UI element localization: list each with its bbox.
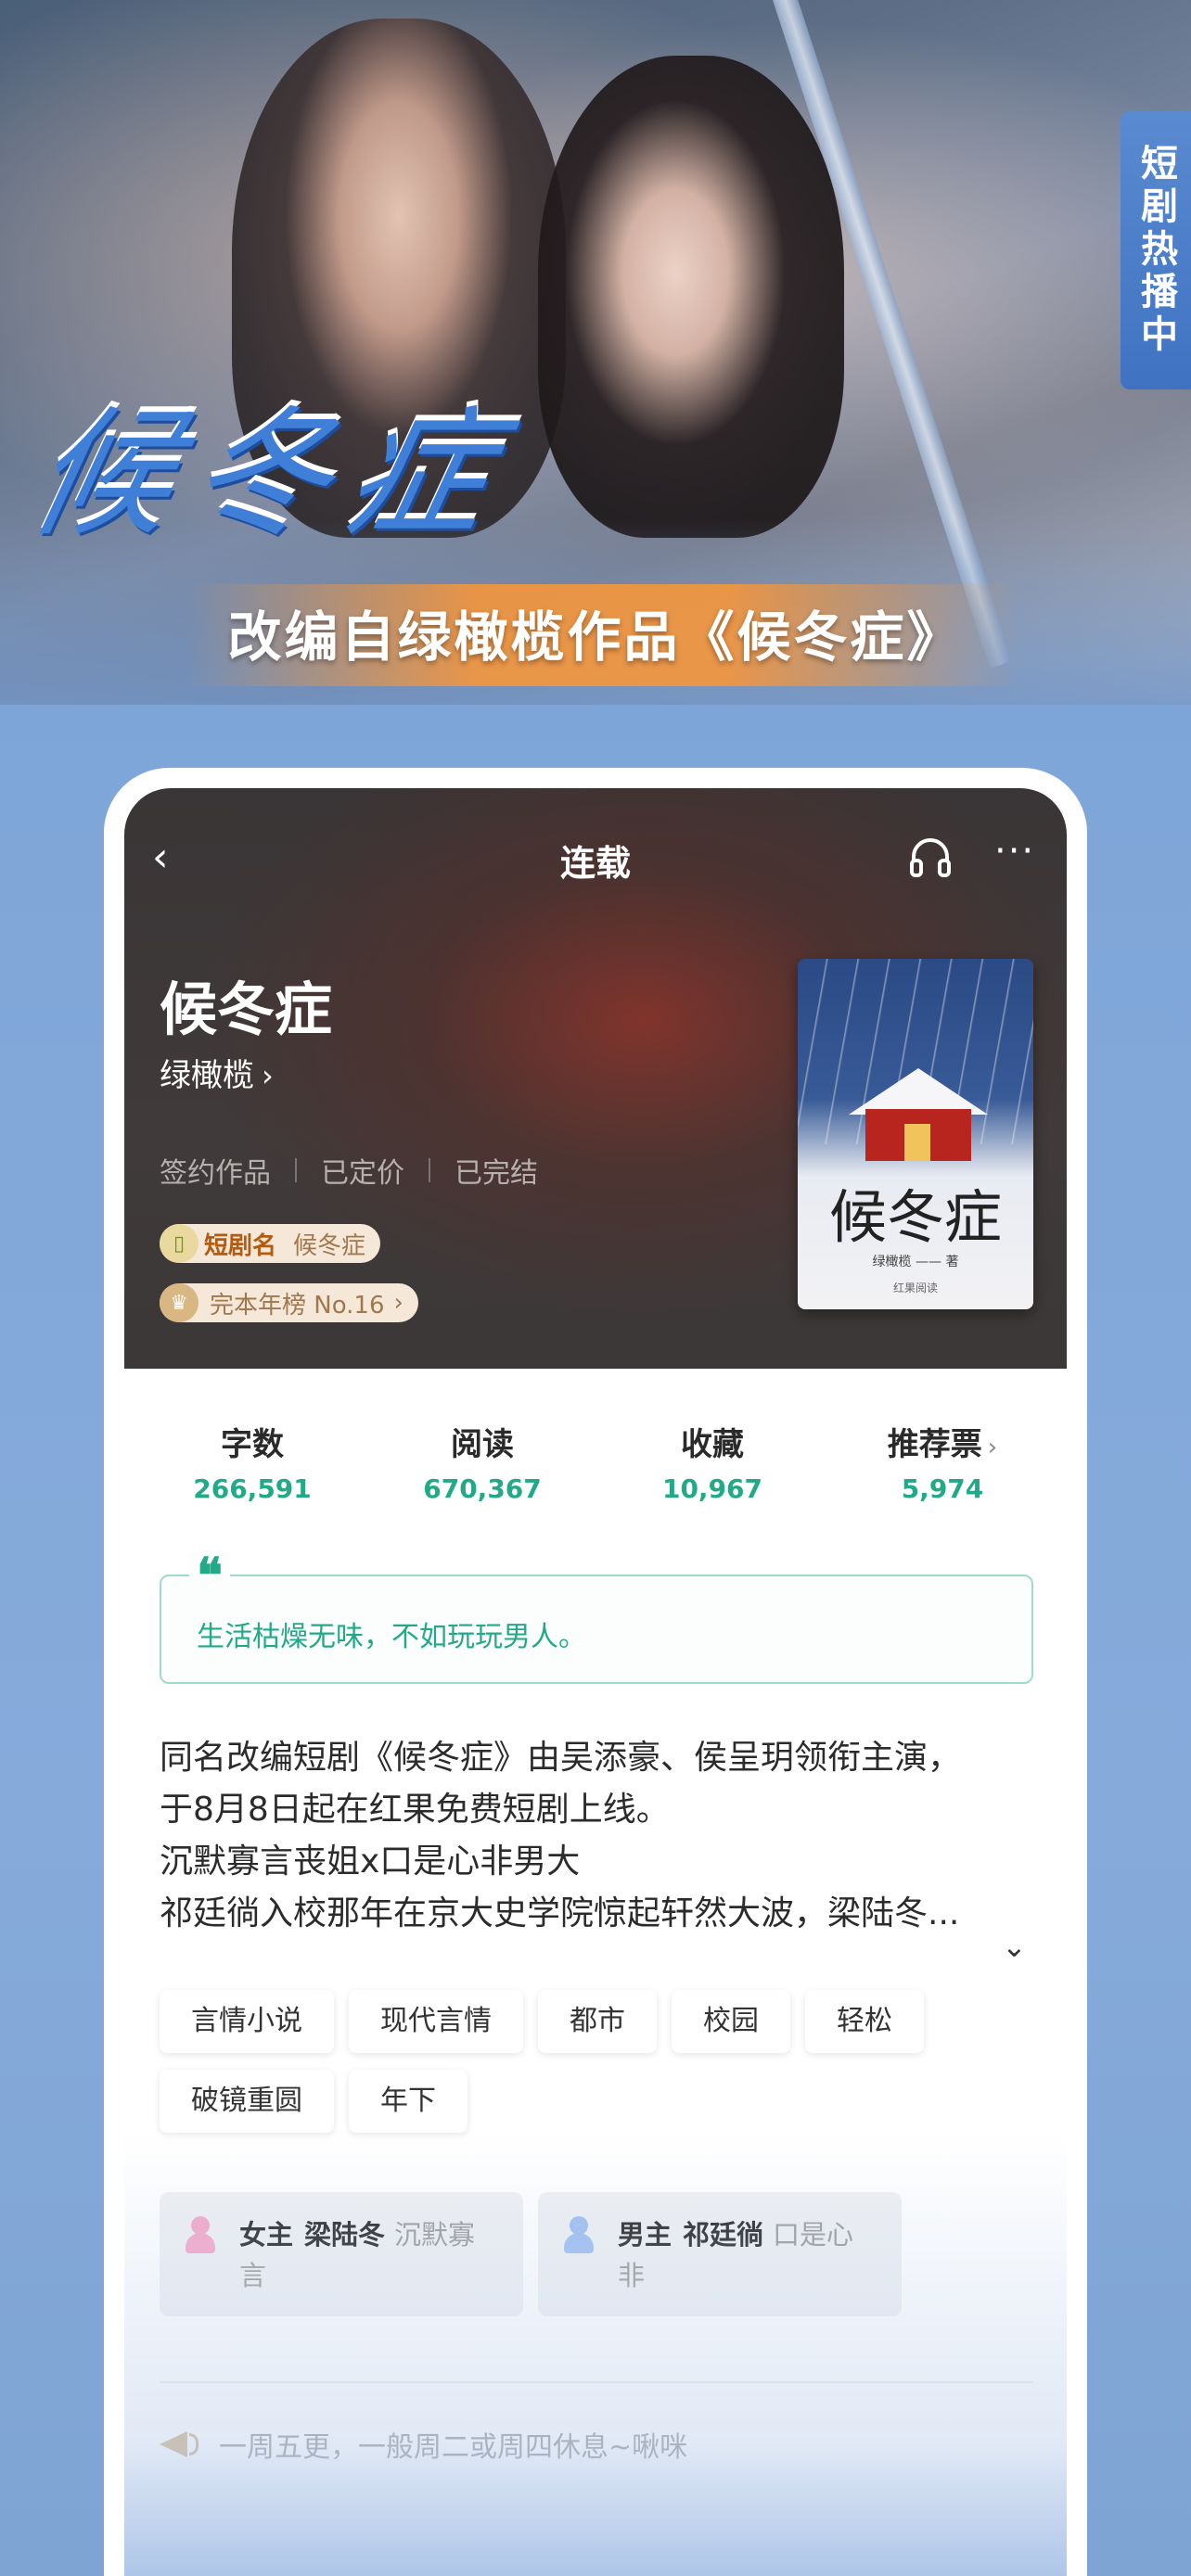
stat-label-text: 推荐票 (887, 1426, 982, 1463)
chevron-right-icon: › (987, 1434, 998, 1461)
cover-author: 绿橄榄 —— 著 (872, 1255, 959, 1269)
stat-label: 字数 (221, 1426, 284, 1463)
tag-item[interactable]: 破镜重圆 (160, 2070, 334, 2133)
stat-label: 收藏 (681, 1426, 744, 1463)
phone-frame: ‹ 连载 ··· 候冬症 绿橄榄 › 签约作品 已定价 已完结 ▯ 短剧名 候冬… (104, 768, 1087, 2576)
megaphone-icon (160, 2426, 210, 2463)
more-dots-icon[interactable]: ··· (994, 833, 1043, 881)
stat-words: 字数 266,591 (160, 1419, 345, 1504)
meta-divider (429, 1158, 430, 1182)
tagline-quote: ❝ 生活枯燥无味，不如玩玩男人。 (160, 1552, 1033, 1684)
stat-value: 5,974 (901, 1473, 984, 1504)
headphones-icon[interactable] (906, 833, 954, 881)
character-card-female[interactable]: 女主 梁陆冬 沉默寡言 (160, 2192, 523, 2316)
drama-badge[interactable]: ▯ 短剧名 候冬症 (160, 1224, 381, 1263)
stat-label: 阅读 (451, 1426, 514, 1463)
stat-value: 10,967 (661, 1473, 763, 1504)
book-header: ‹ 连载 ··· 候冬症 绿橄榄 › 签约作品 已定价 已完结 ▯ 短剧名 候冬… (124, 788, 1067, 1369)
cover-title: 候冬症 (828, 1183, 1002, 1251)
chevron-right-icon: › (262, 1058, 274, 1093)
character-list: 女主 梁陆冬 沉默寡言 男主 祁廷徜 口是心非 (160, 2192, 1033, 2316)
tag-item[interactable]: 现代言情 (349, 1990, 523, 2053)
tag-list: 言情小说 现代言情 都市 校园 轻松 破镜重圆 年下 (160, 1990, 1033, 2133)
role-label: 男主 (618, 2219, 672, 2251)
cover-publisher: 红果阅读 (892, 1282, 938, 1294)
banner-caption: 改编自绿橄榄作品《候冬症》 (227, 606, 964, 669)
intro-line: 沉默寡言丧姐x口是心非男大 (160, 1843, 581, 1881)
intro-line: 于8月8日起在红果免费短剧上线。 (160, 1791, 670, 1829)
meta-signed: 签约作品 (160, 1157, 271, 1190)
tag-item[interactable]: 校园 (672, 1990, 790, 2053)
notice-text: 一周五更，一般周二或周四休息~啾咪 (219, 2431, 688, 2464)
stats-row: 字数 266,591 阅读 670,367 收藏 10,967 推荐票 › 5,9… (124, 1419, 1067, 1521)
role-name: 梁陆冬 (304, 2219, 386, 2251)
stat-label: 推荐票 › (850, 1419, 1035, 1464)
author-link[interactable]: 绿橄榄 › (160, 1050, 274, 1095)
tag-item[interactable]: 年下 (349, 2070, 467, 2133)
book-meta: 签约作品 已定价 已完结 (160, 1150, 538, 1191)
tag-item[interactable]: 都市 (538, 1990, 657, 2053)
book-title: 候冬症 (160, 976, 333, 1043)
character-card-male[interactable]: 男主 祁廷徜 口是心非 (538, 2192, 902, 2316)
chevron-down-icon[interactable]: ⌄ (1002, 1929, 1027, 1964)
divider (160, 2381, 1033, 2383)
cover-house (849, 1068, 988, 1161)
avatar-icon (560, 2216, 597, 2253)
stat-reads: 阅读 670,367 (390, 1419, 575, 1504)
tag-item[interactable]: 言情小说 (160, 1990, 334, 2053)
stat-favorites: 收藏 10,967 (620, 1419, 805, 1504)
meta-priced: 已定价 (321, 1157, 404, 1190)
rank-badge[interactable]: ♛ 完本年榜 No.16 › (160, 1283, 418, 1322)
book-detail-screen: ‹ 连载 ··· 候冬症 绿橄榄 › 签约作品 已定价 已完结 ▯ 短剧名 候冬… (124, 788, 1067, 2576)
rank-badge-value: 完本年榜 No.16 (210, 1291, 385, 1320)
stat-value: 670,367 (423, 1473, 542, 1504)
author-name: 绿橄榄 (160, 1057, 254, 1094)
promo-banner: 候冬症 改编自绿橄榄作品《候冬症》 (0, 0, 1191, 705)
update-notice: 一周五更，一般周二或周四休息~啾咪 (160, 2424, 687, 2465)
nav-bar: ‹ 连载 ··· (124, 825, 1067, 890)
book-cover[interactable]: 候冬症 绿橄榄 —— 著 红果阅读 (798, 959, 1033, 1309)
chevron-right-icon: › (393, 1289, 403, 1317)
stat-recommend-votes[interactable]: 推荐票 › 5,974 (850, 1419, 1035, 1504)
role-label: 女主 (239, 2219, 294, 2251)
intro-line: 祁廷徜入校那年在京大史学院惊起轩然大波，梁陆冬... (160, 1894, 960, 1932)
phone-icon: ▯ (160, 1224, 198, 1263)
drama-badge-value: 候冬症 (293, 1231, 366, 1260)
drama-badge-label: 短剧名 (204, 1231, 277, 1260)
book-intro[interactable]: 同名改编短剧《候冬症》由吴添豪、侯呈玥领衔主演， 于8月8日起在红果免费短剧上线… (160, 1732, 1033, 1940)
intro-line: 同名改编短剧《候冬症》由吴添豪、侯呈玥领衔主演， (160, 1739, 962, 1777)
side-tag-drama[interactable]: 短剧热播中 (1121, 111, 1191, 389)
meta-finished: 已完结 (455, 1157, 538, 1190)
trophy-icon: ♛ (160, 1283, 198, 1322)
stat-value: 266,591 (193, 1473, 312, 1504)
meta-divider (295, 1158, 297, 1182)
tagline-text: 生活枯燥无味，不如玩玩男人。 (197, 1621, 586, 1653)
tag-item[interactable]: 轻松 (805, 1990, 924, 2053)
quote-icon: ❝ (189, 1552, 230, 1600)
role-name: 祁廷徜 (683, 2219, 764, 2251)
avatar-icon (182, 2216, 219, 2253)
